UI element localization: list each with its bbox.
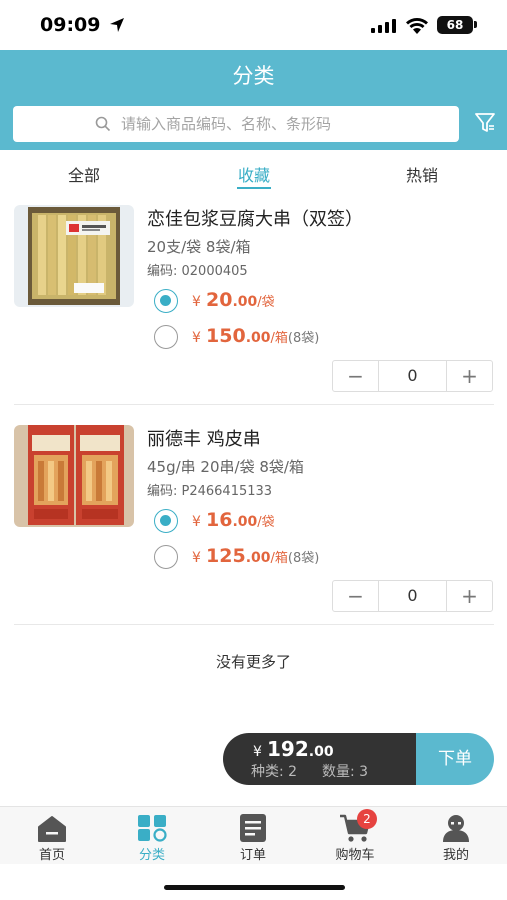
product-code: 编码: 02000405 bbox=[147, 264, 248, 279]
product-name: 丽德丰 鸡皮串 bbox=[147, 429, 261, 450]
cellular-signal-icon bbox=[371, 19, 396, 33]
nav-label: 订单 bbox=[239, 848, 266, 863]
tab-favorites[interactable]: 收藏 bbox=[204, 162, 304, 186]
divider bbox=[14, 404, 494, 405]
cart-quantity: 数量: 3 bbox=[321, 764, 369, 780]
list-end-text: 没有更多了 bbox=[215, 653, 291, 671]
price-integer: 16 bbox=[206, 509, 233, 531]
cart-total-decimal: .00 bbox=[308, 744, 334, 760]
product-spec: 20支/袋 8袋/箱 bbox=[147, 238, 251, 256]
product-image[interactable] bbox=[14, 425, 134, 527]
status-time: 09:09 bbox=[40, 14, 101, 36]
home-indicator bbox=[164, 885, 345, 890]
tab-active-indicator bbox=[237, 187, 271, 189]
currency-symbol: ¥ bbox=[192, 550, 201, 566]
quantity-value[interactable]: 0 bbox=[379, 361, 446, 391]
cart-meta: 种类: 2 数量: 3 bbox=[251, 761, 368, 781]
nav-item-cart[interactable]: 2 购物车 bbox=[315, 807, 395, 865]
price-decimal: .00 bbox=[245, 550, 271, 566]
search-icon bbox=[95, 116, 111, 132]
price-option[interactable]: ¥ 20.00/袋 bbox=[192, 289, 275, 311]
currency-symbol: ¥ bbox=[192, 514, 201, 530]
price-integer: 125 bbox=[206, 545, 246, 567]
nav-label: 我的 bbox=[442, 848, 469, 863]
category-tabs: 全部 收藏 热销 bbox=[0, 150, 507, 196]
search-input[interactable] bbox=[121, 106, 441, 142]
price-option[interactable]: ¥ 16.00/袋 bbox=[192, 509, 275, 531]
nav-item-profile[interactable]: 我的 bbox=[416, 807, 496, 865]
increment-button[interactable]: + bbox=[446, 581, 492, 611]
cart-total: ¥ 192.00 bbox=[253, 737, 334, 761]
nav-label: 分类 bbox=[138, 848, 165, 863]
price-option-radio[interactable] bbox=[154, 289, 178, 313]
nav-item-orders[interactable]: 订单 bbox=[213, 807, 293, 865]
home-icon bbox=[38, 816, 66, 842]
price-option[interactable]: ¥ 125.00/箱(8袋) bbox=[192, 545, 319, 567]
price-option[interactable]: ¥ 150.00/箱(8袋) bbox=[192, 325, 319, 347]
divider bbox=[14, 624, 494, 625]
header: 分类 bbox=[0, 50, 507, 150]
tab-hot[interactable]: 热销 bbox=[372, 162, 472, 186]
product-card: 恋佳包浆豆腐大串（双签） 20支/袋 8袋/箱 编码: 02000405 ¥ 2… bbox=[14, 205, 494, 395]
currency-symbol: ¥ bbox=[192, 330, 201, 346]
cart-count-badge: 2 bbox=[357, 809, 377, 829]
price-pack-note: (8袋) bbox=[287, 331, 320, 346]
product-image[interactable] bbox=[14, 205, 134, 307]
battery-indicator: 68 bbox=[437, 16, 473, 34]
price-decimal: .00 bbox=[245, 330, 271, 346]
product-spec: 45g/串 20串/袋 8袋/箱 bbox=[147, 458, 304, 476]
location-arrow-icon bbox=[110, 18, 124, 32]
cart-total-integer: 192 bbox=[267, 737, 309, 761]
price-option-radio[interactable] bbox=[154, 509, 178, 533]
price-unit: /箱 bbox=[270, 551, 288, 566]
cart-kinds: 种类: 2 bbox=[251, 764, 298, 780]
nav-label: 首页 bbox=[38, 848, 65, 863]
product-code: 编码: P2466415133 bbox=[147, 484, 273, 499]
price-option-radio[interactable] bbox=[154, 545, 178, 569]
price-pack-note: (8袋) bbox=[287, 551, 320, 566]
tofu-skewer-image bbox=[14, 205, 134, 307]
tab-all[interactable]: 全部 bbox=[34, 162, 134, 186]
price-unit: /袋 bbox=[257, 515, 275, 530]
price-decimal: .00 bbox=[232, 514, 258, 530]
product-name: 恋佳包浆豆腐大串（双签） bbox=[147, 209, 363, 230]
category-icon bbox=[138, 815, 167, 842]
price-unit: /袋 bbox=[257, 295, 275, 310]
filter-icon[interactable] bbox=[474, 112, 496, 134]
quantity-value[interactable]: 0 bbox=[379, 581, 446, 611]
bottom-nav: 首页 分类 订单 2 购物车 我的 bbox=[0, 806, 507, 864]
page-title: 分类 bbox=[232, 64, 275, 88]
quantity-stepper: − 0 + bbox=[332, 580, 493, 612]
search-box[interactable] bbox=[13, 106, 459, 142]
price-integer: 20 bbox=[206, 289, 233, 311]
status-bar: 09:09 68 bbox=[0, 0, 507, 50]
price-unit: /箱 bbox=[270, 331, 288, 346]
wifi-icon bbox=[406, 18, 428, 34]
currency-symbol: ¥ bbox=[192, 294, 201, 310]
price-integer: 150 bbox=[206, 325, 246, 347]
nav-label: 购物车 bbox=[335, 848, 375, 863]
increment-button[interactable]: + bbox=[446, 361, 492, 391]
profile-icon bbox=[443, 815, 469, 842]
chicken-skin-skewer-image bbox=[14, 425, 134, 527]
quantity-stepper: − 0 + bbox=[332, 360, 493, 392]
decrement-button[interactable]: − bbox=[333, 361, 379, 391]
product-card: 丽德丰 鸡皮串 45g/串 20串/袋 8袋/箱 编码: P2466415133… bbox=[14, 425, 494, 615]
nav-item-home[interactable]: 首页 bbox=[12, 807, 92, 865]
decrement-button[interactable]: − bbox=[333, 581, 379, 611]
place-order-button[interactable]: 下单 bbox=[416, 733, 494, 785]
order-icon bbox=[240, 814, 266, 842]
currency-symbol: ¥ bbox=[253, 744, 262, 760]
price-option-radio[interactable] bbox=[154, 325, 178, 349]
price-decimal: .00 bbox=[232, 294, 258, 310]
cart-summary-bar[interactable]: ¥ 192.00 种类: 2 数量: 3 bbox=[223, 733, 416, 785]
battery-cap bbox=[474, 21, 477, 28]
nav-item-category[interactable]: 分类 bbox=[112, 807, 192, 865]
